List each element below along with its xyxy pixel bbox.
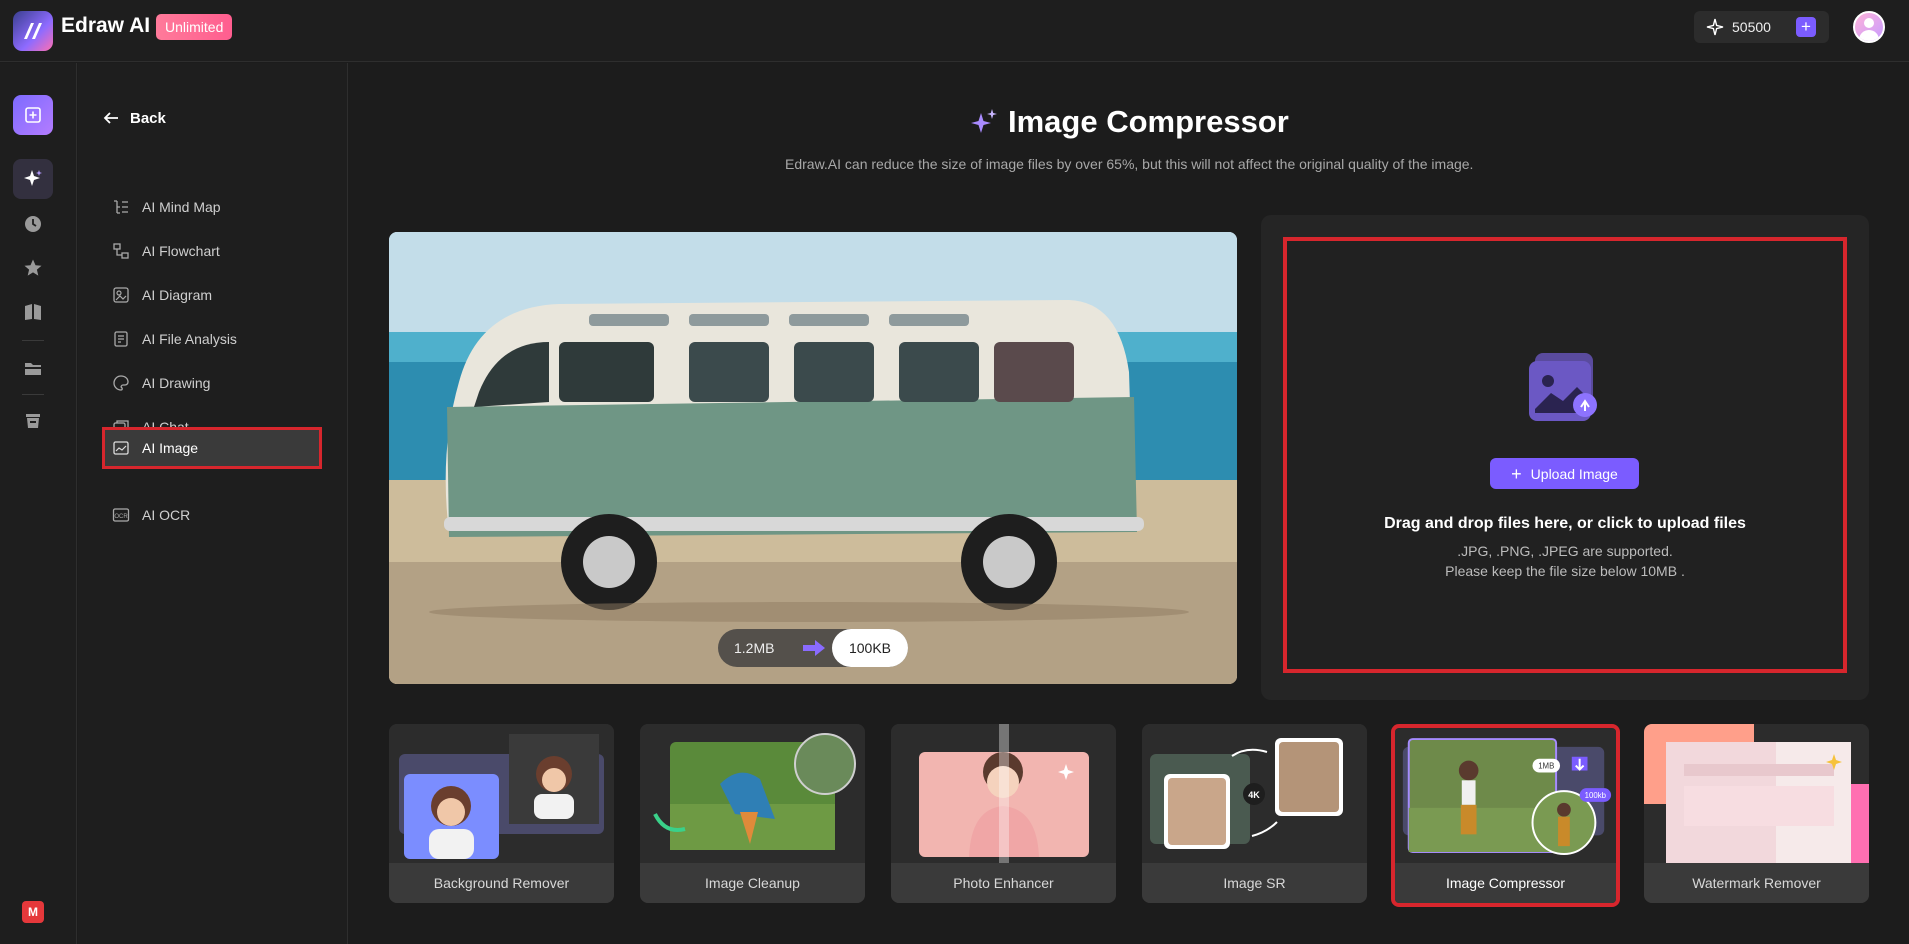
user-avatar[interactable]: [1853, 11, 1885, 43]
rail-divider: [22, 340, 44, 341]
tool-card-label: Photo Enhancer: [891, 863, 1116, 903]
tool-card-watermark-remover[interactable]: Watermark Remover: [1644, 724, 1869, 903]
ai-sidebar: Back AI Mind Map AI Flowchart AI Diagram…: [78, 63, 348, 944]
workspace-badge[interactable]: M: [22, 901, 44, 923]
upload-image-icon: [1529, 353, 1597, 421]
ai-sparkle-icon: [24, 170, 42, 186]
logo-icon: [24, 23, 42, 39]
image-sr-thumbnail: 4K: [1142, 724, 1367, 864]
back-button[interactable]: Back: [102, 109, 166, 127]
templates-book-icon[interactable]: [22, 301, 44, 323]
upload-image-button[interactable]: + Upload Image: [1490, 458, 1639, 489]
trash-icon[interactable]: [22, 409, 44, 431]
background-remover-thumbnail: [389, 724, 614, 864]
tool-card-label: Image SR: [1142, 863, 1367, 903]
file-size-limit: Please keep the file size below 10MB .: [1445, 563, 1685, 579]
sidebar-item-ai-file-analysis[interactable]: AI File Analysis: [102, 318, 322, 360]
sidebar-item-ai-diagram[interactable]: AI Diagram: [102, 274, 322, 316]
sparkle-icon: [971, 109, 997, 133]
size-badge-top: 1MB: [1538, 762, 1554, 771]
sidebar-item-label: AI Mind Map: [142, 199, 221, 215]
top-bar: Edraw AI Unlimited 50500 +: [0, 0, 1909, 62]
tool-card-background-remover[interactable]: Background Remover: [389, 724, 614, 903]
tool-card-label: Image Cleanup: [640, 863, 865, 903]
page-title-text: Image Compressor: [1008, 104, 1289, 139]
compression-size-pill: 1.2MB 100KB: [718, 629, 908, 667]
watermark-remover-thumbnail: [1644, 724, 1869, 864]
rail-divider: [22, 394, 44, 395]
palette-icon: [113, 375, 129, 391]
sidebar-item-ai-mind-map[interactable]: AI Mind Map: [102, 186, 322, 228]
tool-card-image-cleanup[interactable]: Image Cleanup: [640, 724, 865, 903]
page-subtitle: Edraw.AI can reduce the size of image fi…: [785, 156, 1474, 172]
image-cleanup-thumbnail: [640, 724, 865, 864]
back-label: Back: [130, 109, 166, 127]
sparkle-icon: [1706, 18, 1724, 36]
arrow-left-icon: [103, 112, 118, 124]
svg-text:OCR: OCR: [114, 514, 128, 520]
tool-card-photo-enhancer[interactable]: Photo Enhancer: [891, 724, 1116, 903]
app-name: Edraw AI: [61, 14, 151, 37]
sidebar-item-ai-ocr[interactable]: OCR AI OCR: [102, 494, 322, 536]
left-rail: M: [0, 63, 77, 944]
sidebar-item-label: AI Drawing: [142, 375, 211, 391]
hero-sample-image: [389, 232, 1237, 684]
recent-clock-icon[interactable]: [22, 213, 44, 235]
credits-widget[interactable]: 50500 +: [1694, 11, 1829, 43]
sidebar-item-label: AI Flowchart: [142, 243, 220, 259]
ai-tools-button[interactable]: [13, 159, 53, 199]
sidebar-item-ai-image[interactable]: AI Image: [102, 427, 322, 469]
sidebar-item-label: AI Image: [142, 440, 199, 456]
tool-card-label: Background Remover: [389, 863, 614, 903]
file-analysis-icon: [114, 331, 128, 347]
sidebar-item-label: AI File Analysis: [142, 331, 237, 347]
van-on-beach-illustration: [389, 232, 1237, 684]
supported-formats: .JPG, .PNG, .JPEG are supported.: [1457, 543, 1673, 559]
photo-enhancer-thumbnail: [891, 724, 1116, 864]
upload-button-label: Upload Image: [1530, 465, 1618, 482]
favorites-star-icon[interactable]: [22, 257, 44, 279]
mind-map-icon: [114, 200, 128, 214]
image-compressor-thumbnail: 1MB 100kb: [1395, 729, 1616, 867]
app-logo[interactable]: [13, 11, 53, 51]
plan-badge[interactable]: Unlimited: [156, 14, 233, 40]
tool-card-label: Image Compressor: [1395, 863, 1616, 903]
plus-icon: +: [1511, 463, 1522, 484]
arrow-right-icon: [803, 640, 825, 656]
new-file-icon: [25, 107, 41, 123]
new-file-button[interactable]: [13, 95, 53, 135]
flowchart-icon: [113, 243, 129, 259]
tool-card-image-compressor[interactable]: 1MB 100kb Image Compressor: [1391, 724, 1620, 907]
sidebar-item-ai-drawing[interactable]: AI Drawing: [102, 362, 322, 404]
drop-zone[interactable]: [1283, 237, 1847, 673]
compressed-size: 100KB: [832, 629, 908, 667]
drop-zone-title: Drag and drop files here, or click to up…: [1384, 515, 1746, 532]
diagram-icon: [113, 287, 129, 303]
tool-card-label: Watermark Remover: [1644, 863, 1869, 903]
tool-card-image-sr[interactable]: 4K Image SR: [1142, 724, 1367, 903]
original-size: 1.2MB: [734, 640, 775, 656]
folder-icon[interactable]: [22, 357, 44, 379]
resolution-badge: 4K: [1248, 790, 1260, 800]
size-badge-bottom: 100kb: [1585, 791, 1607, 800]
sidebar-item-label: AI Diagram: [142, 287, 213, 303]
ocr-icon: OCR: [112, 508, 130, 522]
credits-count: 50500: [1732, 19, 1771, 35]
image-icon: [113, 441, 129, 455]
sidebar-item-label: AI OCR: [142, 507, 191, 523]
page-title: Image Compressor: [969, 104, 1289, 140]
add-credits-button[interactable]: +: [1796, 17, 1816, 37]
sidebar-item-ai-flowchart[interactable]: AI Flowchart: [102, 230, 322, 272]
